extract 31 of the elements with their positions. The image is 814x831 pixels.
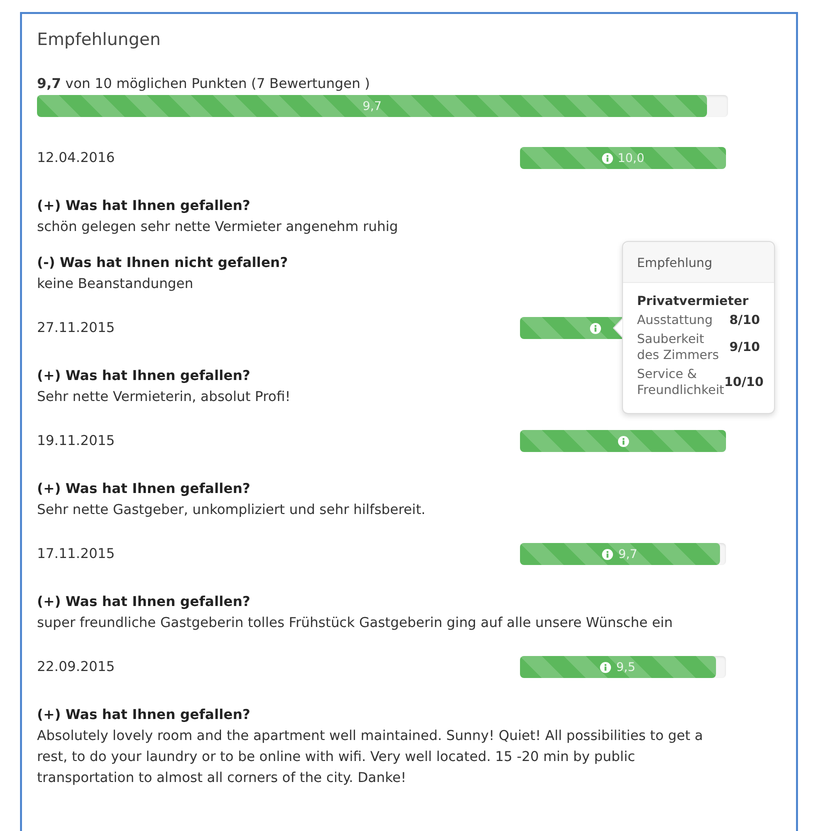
question-title: (+) Was hat Ihnen gefallen? — [37, 197, 250, 216]
rating-summary: 9,7 von 10 möglichen Punkten (7 Bewertungen ) — [37, 75, 371, 94]
score-label: 10,0 — [618, 151, 644, 165]
review-text: schön gelegen sehr nette Vermieter angenehm ruhig — [37, 218, 398, 237]
question-title: (+) Was hat Ihnen gefallen? — [37, 367, 250, 386]
rating-value: 8/10 — [729, 312, 760, 328]
question-title: (+) Was hat Ihnen gefallen? — [37, 480, 250, 499]
score-label: 9,7 — [362, 99, 382, 113]
rating-category: Ausstattung — [637, 312, 713, 328]
review-text: Absolutely lovely room and the apartment well maintained. Sunny! Quiet! All possibilities to get a rest, to do your laundry or to be online with wifi. Very well located. 15 -20 min by public transportation to almost all corners of the city. Danke! — [37, 727, 704, 788]
popover-title: Empfehlung — [623, 242, 774, 283]
rating-category: Service & Freundlichkeit — [637, 366, 724, 398]
rating-category: Sauberkeit des Zimmers — [637, 331, 720, 363]
review-text: keine Beanstandungen — [37, 275, 194, 294]
section-title: Empfehlungen — [37, 29, 162, 52]
review-date: 17.11.2015 — [37, 545, 115, 564]
review-text: super freundliche Gastgeberin tolles Frühstück Gastgeberin ging auf alle unsere Wünsche ein — [37, 614, 673, 633]
review-date: 27.11.2015 — [37, 319, 115, 338]
question-title: (+) Was hat Ihnen gefallen? — [37, 593, 250, 612]
rating-value: 9/10 — [729, 339, 760, 355]
popover-subtitle: Privatvermieter — [637, 293, 750, 309]
question-title: (+) Was hat Ihnen gefallen? — [37, 706, 250, 725]
review-date: 12.04.2016 — [37, 149, 115, 168]
review-date: 19.11.2015 — [37, 432, 115, 451]
review-text: Sehr nette Vermieterin, absolut Profi! — [37, 388, 290, 407]
score-label: 9,5 — [616, 660, 636, 674]
review-text: Sehr nette Gastgeber, unkompliziert und sehr hilfsbereit. — [37, 501, 426, 520]
question-title: (-) Was hat Ihnen nicht gefallen? — [37, 254, 288, 273]
rating-value: 10/10 — [724, 374, 764, 390]
score-label: 9,7 — [618, 547, 638, 561]
review-date: 22.09.2015 — [37, 658, 115, 677]
